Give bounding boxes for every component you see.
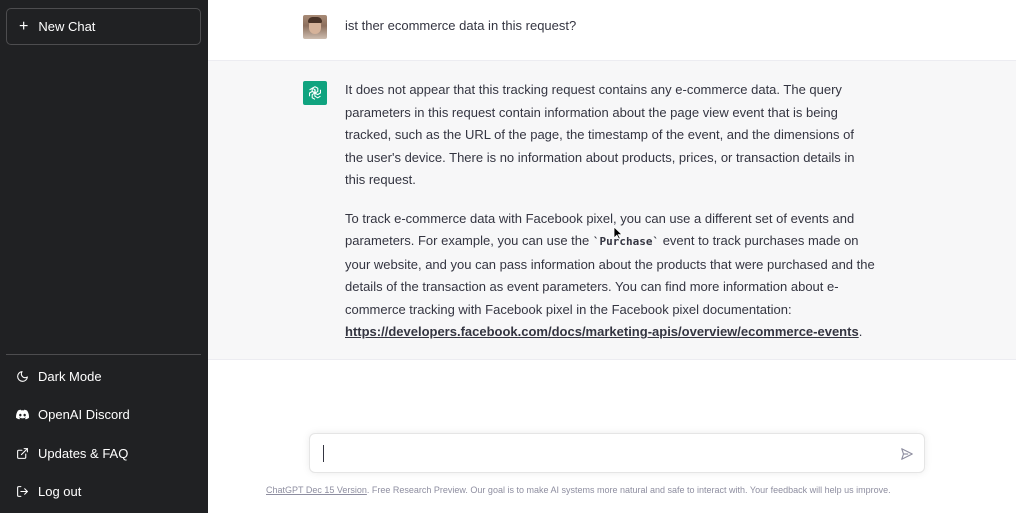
sidebar-item-updates-faq[interactable]: Updates & FAQ <box>6 437 201 469</box>
send-icon[interactable] <box>900 447 914 461</box>
assistant-text-segment: . <box>858 324 863 339</box>
user-message-row: ist ther ecommerce data in this request? <box>208 0 1024 60</box>
facebook-docs-link[interactable]: https://developers.facebook.com/docs/mar… <box>345 324 859 339</box>
sidebar-item-log-out[interactable]: Log out <box>6 475 201 507</box>
sidebar-item-label: Log out <box>38 483 82 499</box>
user-message-text: ist ther ecommerce data in this request? <box>345 18 577 33</box>
assistant-message-row: It does not appear that this tracking re… <box>208 60 1016 360</box>
footer-disclaimer: ChatGPT Dec 15 Version. Free Research Pr… <box>266 485 966 495</box>
sidebar-divider <box>6 354 201 355</box>
mouse-cursor-icon <box>613 226 623 240</box>
user-avatar <box>303 15 327 39</box>
message-input-box[interactable] <box>309 433 925 473</box>
new-chat-label: New Chat <box>38 19 96 34</box>
inline-code: `Purchase` <box>592 235 660 248</box>
moon-icon <box>15 369 29 383</box>
sidebar-item-label: OpenAI Discord <box>38 406 130 422</box>
sidebar-item-openai-discord[interactable]: OpenAI Discord <box>6 398 201 430</box>
external-link-icon <box>15 446 29 460</box>
message-input[interactable] <box>322 442 882 466</box>
assistant-paragraph: To track e-commerce data with Facebook p… <box>345 208 875 344</box>
version-link[interactable]: ChatGPT Dec 15 Version <box>266 485 367 495</box>
new-chat-button[interactable]: + New Chat <box>6 8 201 45</box>
assistant-message-text: It does not appear that this tracking re… <box>345 79 875 360</box>
sidebar: + New Chat Dark Mode OpenAI Discord Upda… <box>0 0 208 513</box>
chat-main: ist ther ecommerce data in this request?… <box>208 0 1024 513</box>
discord-icon <box>15 407 29 421</box>
openai-logo-icon <box>303 81 327 105</box>
footer-text: . Free Research Preview. Our goal is to … <box>366 485 891 495</box>
chat-app: + New Chat Dark Mode OpenAI Discord Upda… <box>0 0 1024 513</box>
sidebar-item-label: Updates & FAQ <box>38 445 129 461</box>
sidebar-item-label: Dark Mode <box>38 368 102 384</box>
sidebar-item-dark-mode[interactable]: Dark Mode <box>6 360 201 392</box>
assistant-paragraph: It does not appear that this tracking re… <box>345 82 855 187</box>
logout-icon <box>15 484 29 498</box>
plus-icon: + <box>19 17 29 35</box>
text-caret <box>323 445 324 462</box>
